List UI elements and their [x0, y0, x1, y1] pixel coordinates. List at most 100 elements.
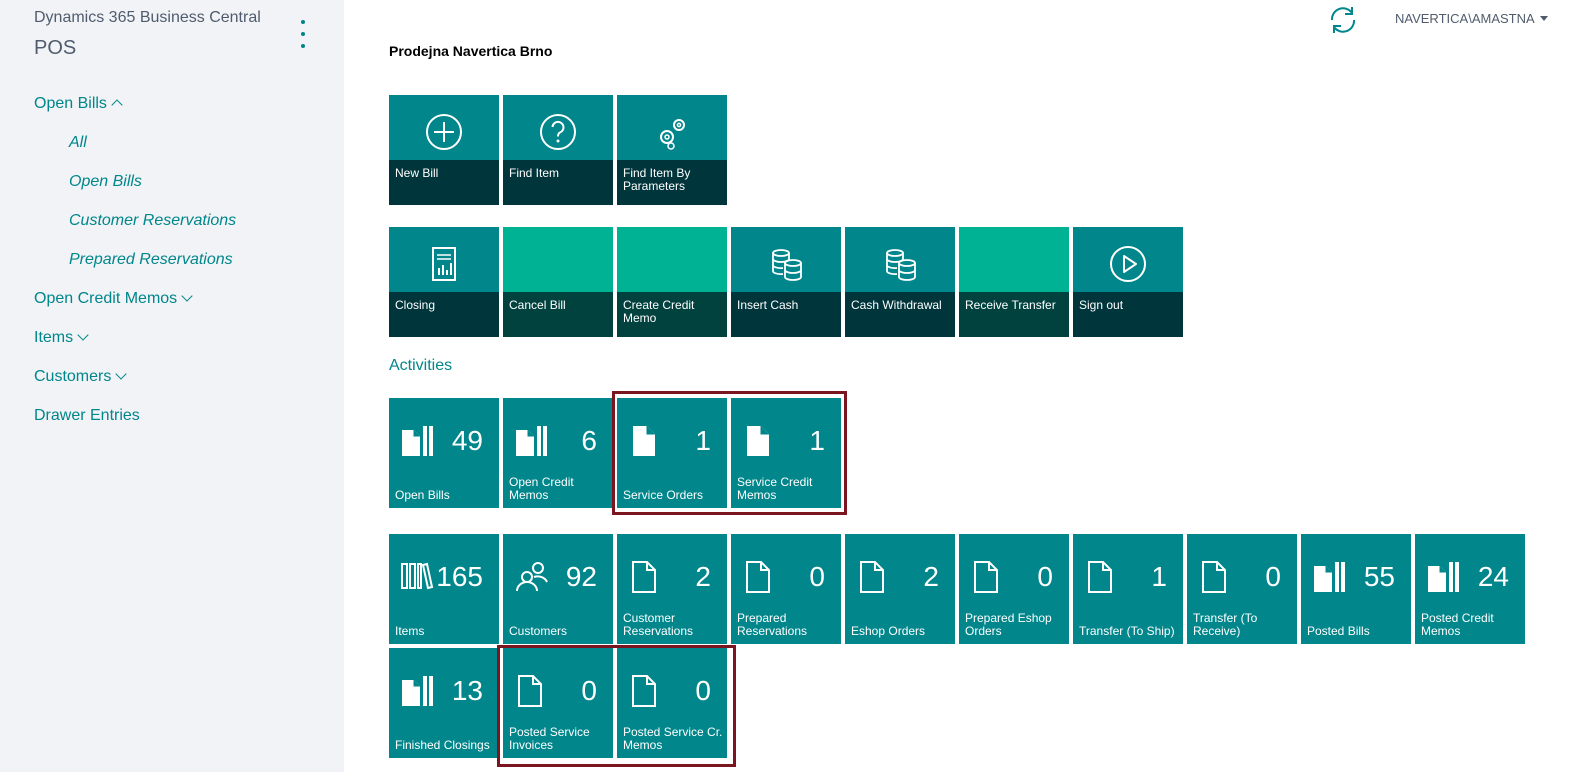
- navigation-pane: Dynamics 365 Business Central POS Open B…: [0, 0, 344, 772]
- cue-label: Prepared Eshop Orders: [965, 611, 1052, 638]
- cue-value: 92: [565, 561, 597, 592]
- role-center-title: POS: [34, 37, 77, 59]
- cue-label: Items: [395, 624, 425, 638]
- cue-label: Finished Closings: [395, 738, 490, 752]
- cue-customer-reservations[interactable]: 2 Customer Reservations: [617, 534, 727, 644]
- chevron-down-icon: [115, 368, 128, 380]
- cue-finished-closings[interactable]: 13 Finished Closings: [389, 648, 499, 758]
- documents-icon: [1314, 562, 1345, 592]
- cue-customers[interactable]: 92 Customers: [503, 534, 613, 644]
- cue-value: 2: [695, 561, 711, 592]
- cue-label: Posted Bills: [1307, 624, 1370, 638]
- cue-eshop-orders[interactable]: 2 Eshop Orders: [845, 534, 955, 644]
- chevron-down-icon: [181, 290, 193, 302]
- document-icon: [1202, 561, 1226, 593]
- action-cash-withdrawal[interactable]: Cash Withdrawal: [845, 227, 955, 337]
- cue-value: 0: [1037, 561, 1053, 592]
- app-title: Dynamics 365 Business Central: [34, 9, 261, 26]
- nav-item-label: Open Bills: [34, 95, 107, 112]
- action-sign-out[interactable]: Sign out: [1073, 227, 1183, 337]
- cue-value: 24: [1477, 561, 1509, 592]
- cue-prepared-eshop-orders[interactable]: 0 Prepared Eshop Orders: [959, 534, 1069, 644]
- cue-label: Transfer (To Receive): [1193, 611, 1258, 638]
- tile-label: Create Credit Memo: [623, 298, 695, 325]
- document-icon: [860, 561, 884, 593]
- cue-value: 55: [1363, 561, 1395, 592]
- cue-open-bills[interactable]: 49 Open Bills: [389, 398, 499, 508]
- cue-transfer-to-receive[interactable]: 0 Transfer (To Receive): [1187, 534, 1297, 644]
- document-icon: [746, 561, 770, 593]
- tile-label: Closing: [395, 298, 436, 312]
- documents-icon: [1428, 562, 1459, 592]
- cue-label: Transfer (To Ship): [1079, 624, 1175, 638]
- cue-value: 0: [1265, 561, 1281, 592]
- action-cancel-bill[interactable]: Cancel Bill: [503, 227, 613, 337]
- action-insert-cash[interactable]: Insert Cash: [731, 227, 841, 337]
- tile-label: Find Item: [509, 166, 560, 180]
- gears-icon: [660, 119, 685, 150]
- nav-item-open-bills[interactable]: Open Bills: [34, 95, 123, 113]
- tile-label: Sign out: [1079, 298, 1124, 312]
- books-icon: [401, 562, 434, 590]
- nav-subitem-open-bills[interactable]: Open Bills: [69, 173, 142, 191]
- document-icon: [1088, 561, 1112, 593]
- report-icon: [432, 247, 456, 281]
- action-receive-transfer[interactable]: Receive Transfer: [959, 227, 1069, 337]
- action-find-item-by-parameters[interactable]: Find Item By Parameters: [617, 95, 727, 205]
- nav-item-label: Open Credit Memos: [34, 290, 178, 307]
- page-title: Prodejna Navertica Brno: [389, 43, 553, 59]
- cue-label: Eshop Orders: [851, 624, 926, 638]
- nav-item-items[interactable]: Items: [34, 329, 89, 347]
- nav-item-open-credit-memos[interactable]: Open Credit Memos: [34, 290, 193, 308]
- cue-label: Customer Reservations: [623, 611, 694, 638]
- people-icon: [516, 562, 548, 592]
- nav-subitem-prepared-reservations[interactable]: Prepared Reservations: [69, 251, 233, 269]
- cue-label: Prepared Reservations: [737, 611, 808, 638]
- cue-label: Open Credit Memos: [509, 475, 574, 502]
- plus-circle-icon: [426, 114, 462, 150]
- cue-prepared-reservations[interactable]: 0 Prepared Reservations: [731, 534, 841, 644]
- action-new-bill[interactable]: New Bill: [389, 95, 499, 205]
- action-create-credit-memo[interactable]: Create Credit Memo: [617, 227, 727, 337]
- cue-posted-credit-memos[interactable]: 24 Posted Credit Memos: [1415, 534, 1525, 644]
- cue-open-credit-memos[interactable]: 6 Open Credit Memos: [503, 398, 613, 508]
- activities-heading: Activities: [389, 357, 453, 374]
- refresh-icon[interactable]: [1326, 3, 1360, 37]
- tile-label: Find Item By Parameters: [623, 166, 691, 193]
- play-circle-icon: [1110, 246, 1146, 282]
- documents-icon: [402, 426, 433, 456]
- cue-items[interactable]: 165 Items: [389, 534, 499, 644]
- cue-label: Customers: [509, 624, 568, 638]
- nav-item-label: Items: [34, 329, 74, 346]
- cue-value: 0: [809, 561, 825, 592]
- action-closing[interactable]: Closing: [389, 227, 499, 337]
- nav-item-customers[interactable]: Customers: [34, 368, 128, 386]
- cue-value: 2: [923, 561, 939, 592]
- cue-value: 1: [1151, 561, 1167, 592]
- highlight-box-posted-service-cues: [497, 645, 736, 767]
- cue-posted-bills[interactable]: 55 Posted Bills: [1301, 534, 1411, 644]
- user-name: NAVERTICA\AMASTNA: [1395, 11, 1535, 26]
- highlight-box-service-cues: [612, 391, 847, 515]
- cue-value: 49: [451, 425, 483, 456]
- action-find-item[interactable]: Find Item: [503, 95, 613, 205]
- more-options-icon[interactable]: [296, 20, 310, 54]
- nav-subitem-all[interactable]: All: [69, 134, 87, 152]
- tile-label: Insert Cash: [737, 298, 799, 312]
- nav-item-label: Customers: [34, 368, 112, 385]
- question-circle-icon: [540, 114, 576, 150]
- documents-icon: [516, 426, 547, 456]
- tile-label: Cancel Bill: [509, 298, 566, 312]
- user-menu[interactable]: NAVERTICA\AMASTNA: [1395, 11, 1548, 26]
- document-icon: [974, 561, 998, 593]
- nav-subitem-customer-reservations[interactable]: Customer Reservations: [69, 212, 236, 230]
- cue-transfer-to-ship[interactable]: 1 Transfer (To Ship): [1073, 534, 1183, 644]
- coins-icon: [772, 249, 802, 281]
- cue-value: 13: [451, 675, 483, 706]
- tile-label: Receive Transfer: [965, 298, 1056, 312]
- nav-item-drawer-entries[interactable]: Drawer Entries: [34, 407, 140, 425]
- coins-icon: [886, 249, 916, 281]
- tile-label: Cash Withdrawal: [851, 298, 942, 312]
- cue-label: Posted Credit Memos: [1421, 611, 1494, 638]
- tile-label: New Bill: [395, 166, 439, 180]
